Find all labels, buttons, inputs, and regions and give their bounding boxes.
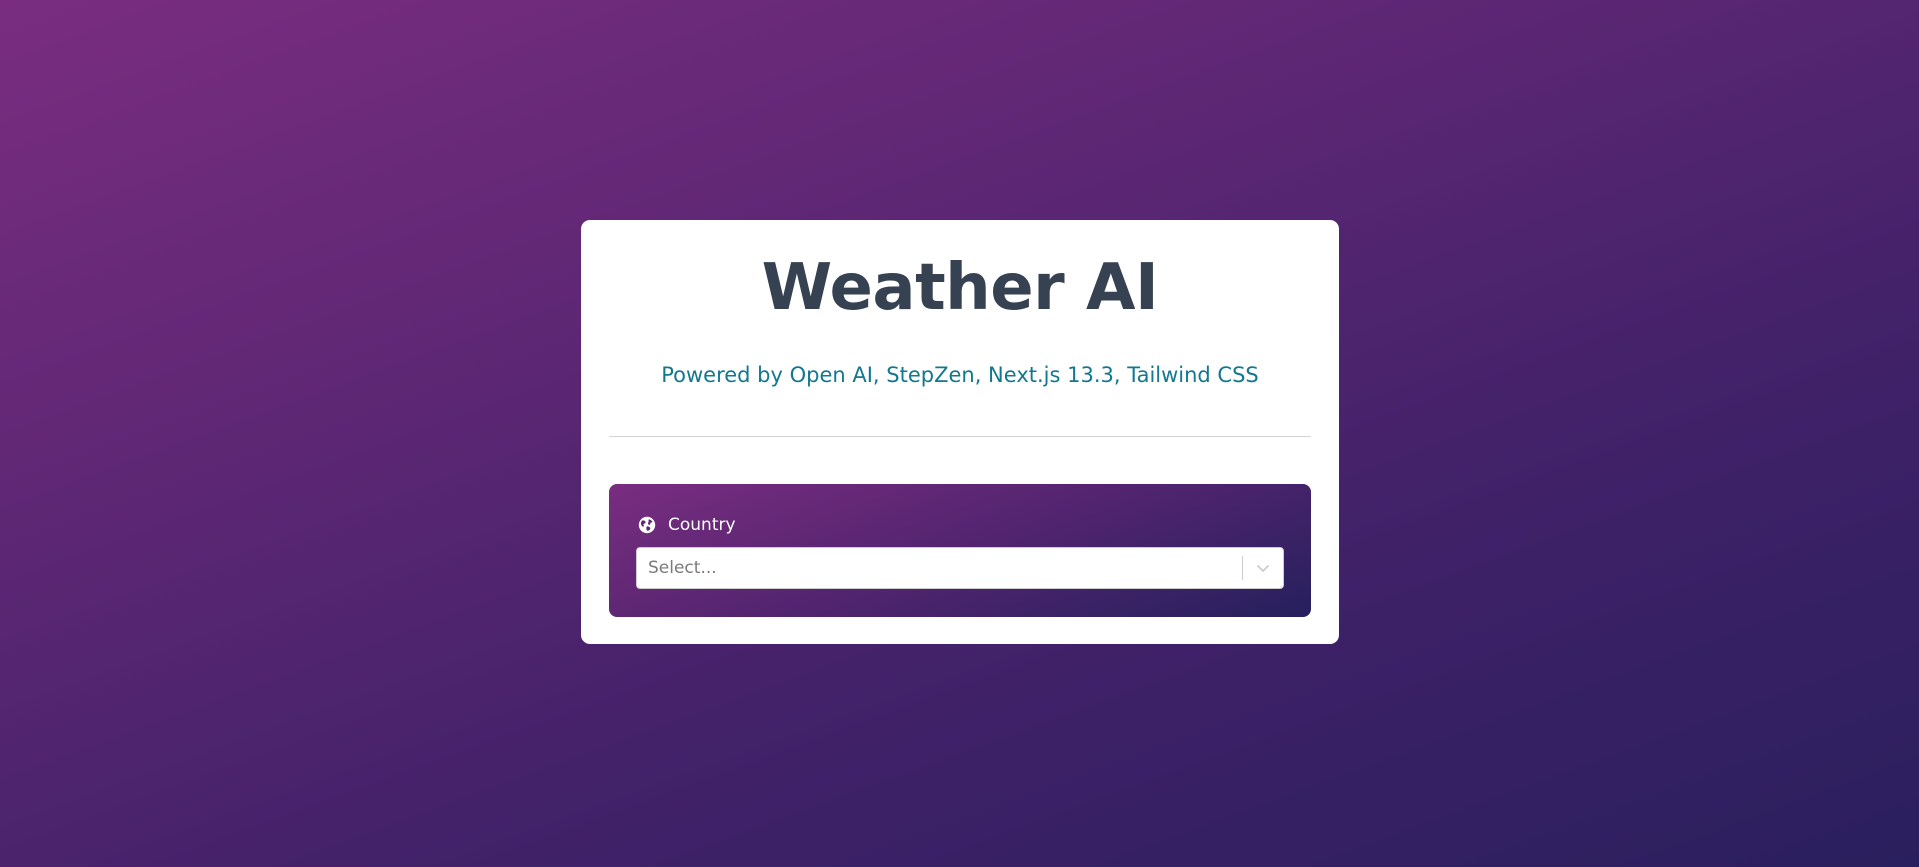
country-panel: Country Select...	[609, 484, 1311, 617]
page-subtitle: Powered by Open AI, StepZen, Next.js 13.…	[661, 363, 1259, 387]
country-select[interactable]: Select...	[636, 547, 1284, 589]
country-label-row: Country	[638, 514, 736, 536]
globe-icon	[638, 516, 656, 534]
main-card: Weather AI Powered by Open AI, StepZen, …	[581, 220, 1339, 644]
country-select-placeholder: Select...	[648, 558, 717, 578]
country-label: Country	[668, 515, 736, 535]
divider	[609, 436, 1311, 437]
chevron-down-icon[interactable]	[1243, 548, 1283, 588]
page-title: Weather AI	[761, 251, 1159, 325]
